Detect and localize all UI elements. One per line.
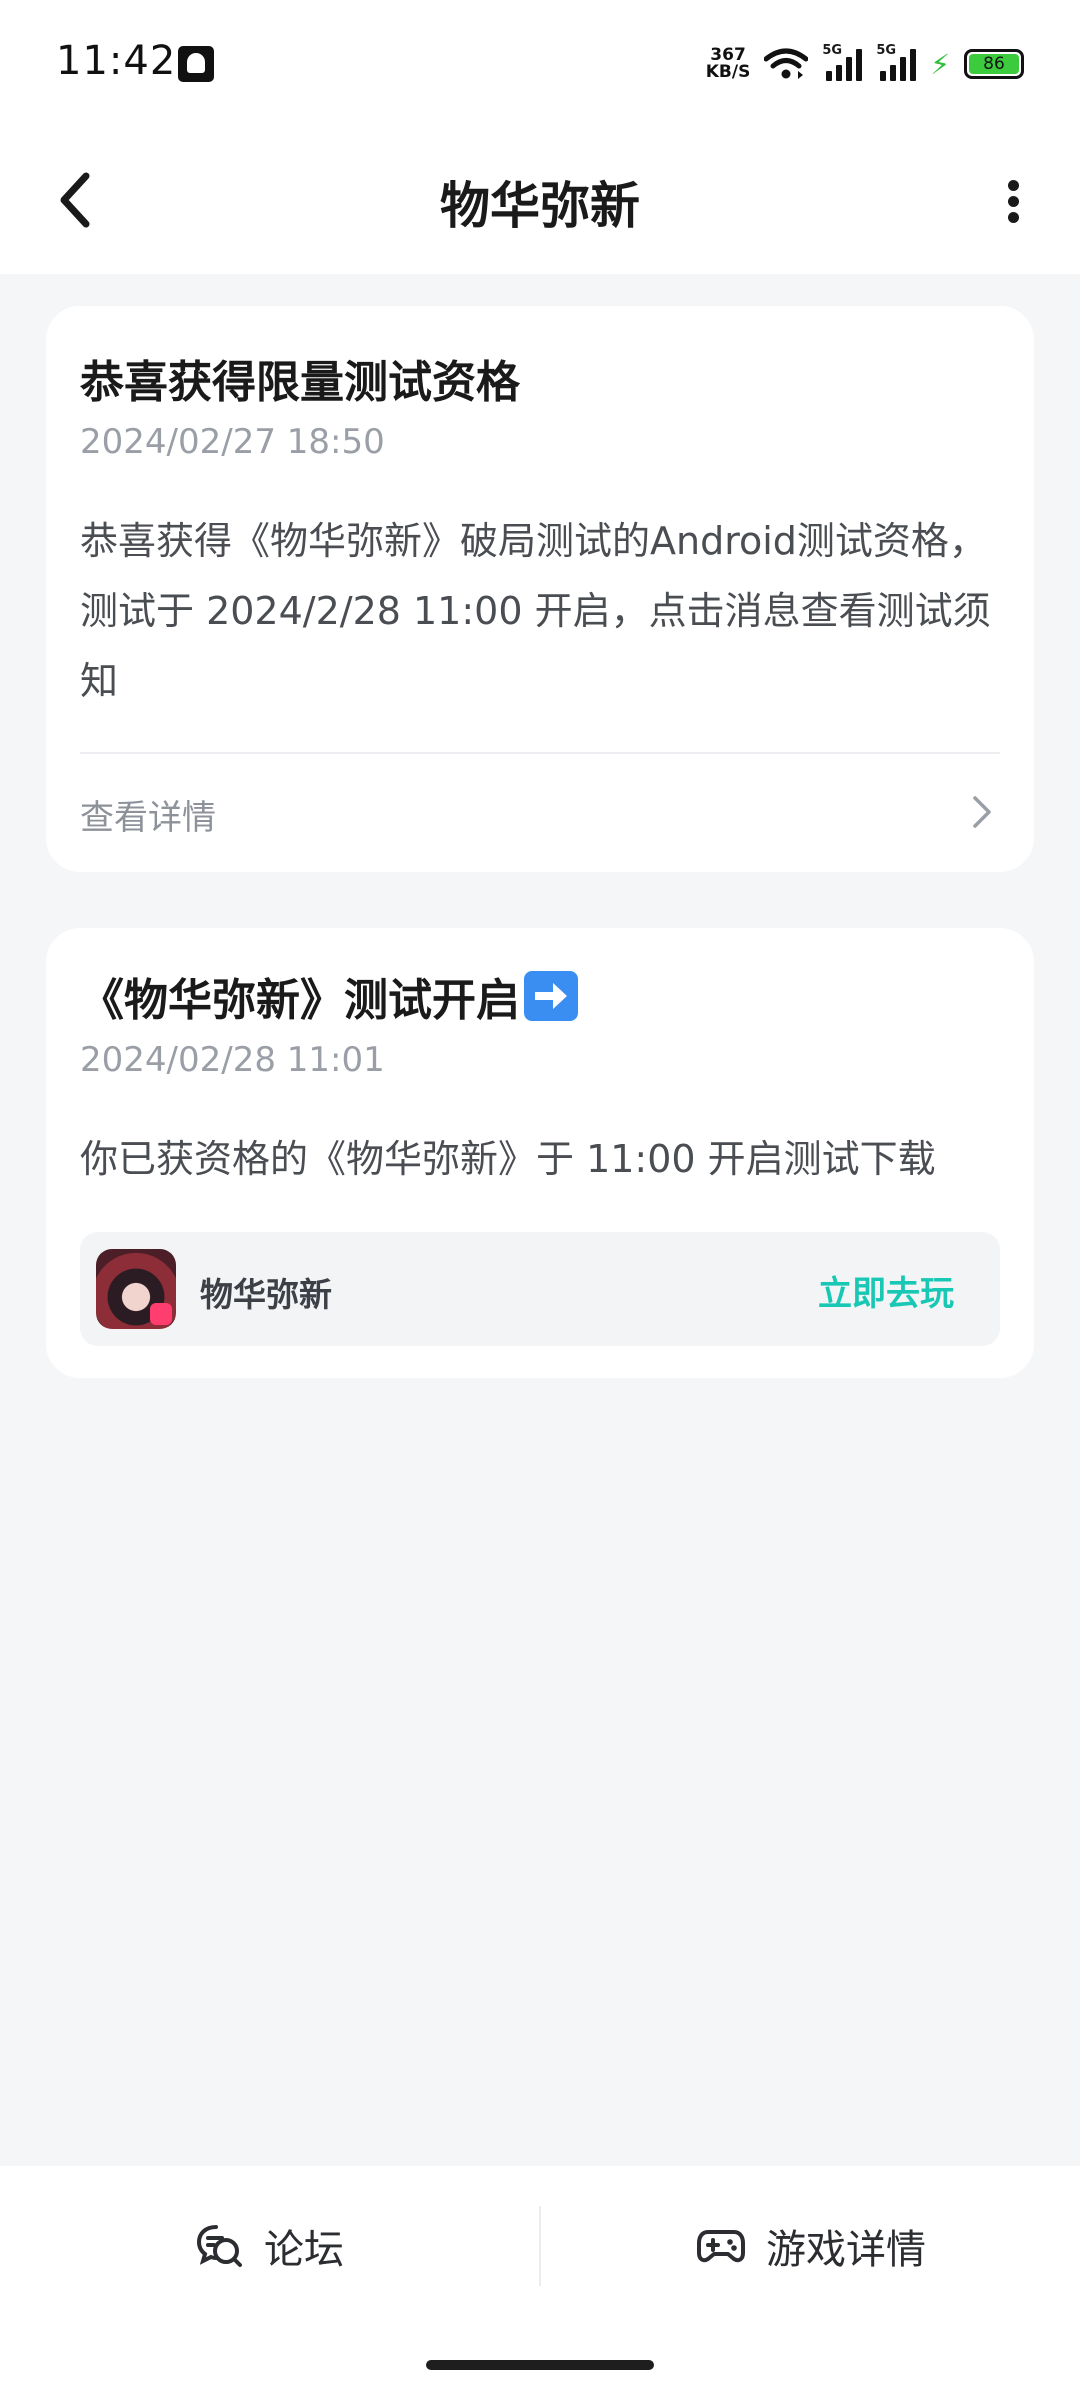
battery-icon: 86 bbox=[964, 49, 1024, 79]
message-title-text: 《物华弥新》测试开启 bbox=[80, 975, 520, 1026]
wifi-icon bbox=[764, 48, 809, 79]
message-time: 2024/02/28 11:01 bbox=[80, 1040, 385, 1080]
right-arrow-emoji-icon bbox=[524, 971, 578, 1021]
message-body: 恭喜获得《物华弥新》破局测试的Android测试资格，测试于 2024/2/28… bbox=[80, 519, 991, 703]
signal-label: 5G bbox=[876, 43, 897, 58]
message-time: 2024/02/27 18:50 bbox=[80, 422, 385, 462]
more-options-button[interactable] bbox=[984, 166, 1040, 236]
charging-icon: ⚡ bbox=[930, 47, 950, 81]
signal-strength-icon: 5G bbox=[822, 43, 863, 81]
forum-label: 论坛 bbox=[264, 2227, 344, 2273]
divider bbox=[539, 2206, 541, 2286]
forum-chat-icon bbox=[196, 2225, 242, 2267]
network-speed-unit: KB/S bbox=[705, 62, 751, 82]
forum-button[interactable]: 论坛 bbox=[196, 2206, 344, 2286]
header: 物华弥新 bbox=[0, 126, 1080, 274]
home-indicator[interactable] bbox=[426, 2360, 654, 2370]
view-details-link[interactable]: 查看详情 bbox=[80, 774, 1000, 850]
message-body: 你已获资格的《物华弥新》于 11:00 开启测试下载 bbox=[80, 1137, 936, 1181]
chevron-right-icon bbox=[973, 796, 991, 828]
status-time: 11:42 bbox=[56, 38, 177, 84]
notification-app-icon bbox=[178, 46, 214, 82]
signal-strength-icon: 5G bbox=[876, 43, 917, 81]
game-details-button[interactable]: 游戏详情 bbox=[696, 2206, 926, 2286]
game-name: 物华弥新 bbox=[200, 1275, 332, 1314]
game-details-label: 游戏详情 bbox=[766, 2227, 926, 2273]
signal-label: 5G bbox=[822, 43, 843, 58]
view-details-label: 查看详情 bbox=[80, 798, 216, 838]
message-title: 恭喜获得限量测试资格 bbox=[80, 357, 520, 408]
status-indicators: 367 KB/S 5G 5G ⚡ 86 bbox=[706, 43, 1024, 84]
battery-level: 86 bbox=[969, 54, 1019, 74]
play-now-button[interactable]: 立即去玩 bbox=[818, 1266, 954, 1315]
game-badge-icon bbox=[150, 1303, 172, 1325]
message-card[interactable]: 恭喜获得限量测试资格 2024/02/27 18:50 恭喜获得《物华弥新》破局… bbox=[46, 306, 1034, 872]
game-entry[interactable]: 物华弥新 立即去玩 bbox=[80, 1232, 1000, 1346]
page-title: 物华弥新 bbox=[440, 177, 640, 235]
game-app-icon bbox=[96, 1249, 176, 1329]
divider bbox=[80, 752, 1000, 754]
message-title: 《物华弥新》测试开启 bbox=[80, 964, 578, 1028]
network-speed: 367 KB/S bbox=[706, 47, 751, 81]
status-bar: 11:42 367 KB/S 5G 5G ⚡ 86 bbox=[0, 0, 1080, 126]
gamepad-icon bbox=[697, 2230, 745, 2263]
message-card[interactable]: 《物华弥新》测试开启 2024/02/28 11:01 你已获资格的《物华弥新》… bbox=[46, 928, 1034, 1378]
